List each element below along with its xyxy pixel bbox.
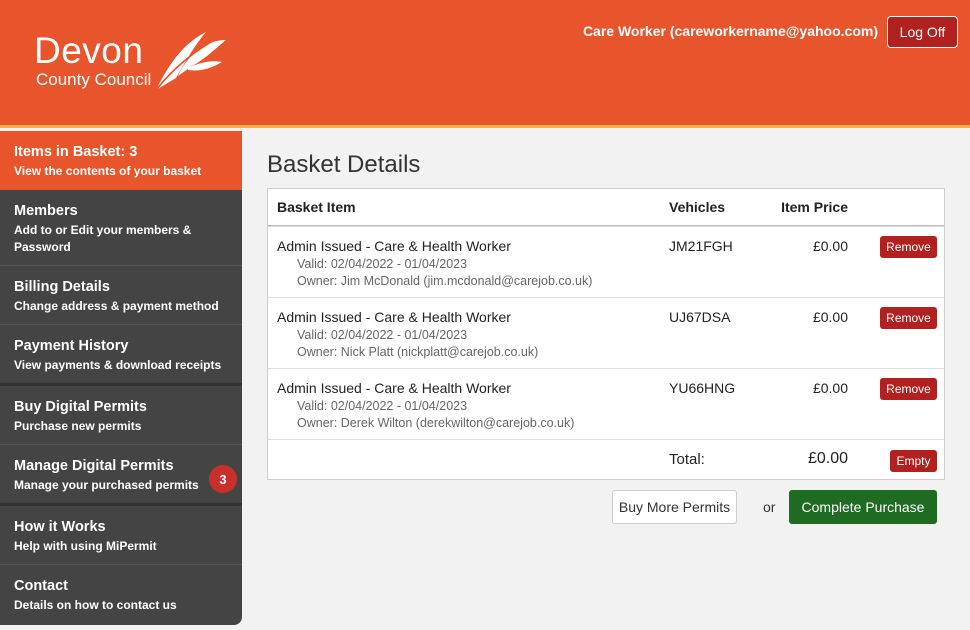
basket-table: Basket Item Vehicles Item Price Admin Is… <box>267 188 945 480</box>
total-value: £0.00 <box>807 450 848 467</box>
empty-basket-button[interactable]: Empty <box>890 450 937 472</box>
vehicle-registration: JM21FGH <box>669 238 733 254</box>
sidebar-item-subtitle: View payments & download receipts <box>14 358 222 372</box>
sidebar-item-contact[interactable]: Contact Details on how to contact us <box>0 565 242 625</box>
column-header-basket-item: Basket Item <box>277 199 356 215</box>
sidebar-item-subtitle: Manage your purchased permits <box>14 478 199 492</box>
permit-title: Admin Issued - Care & Health Worker <box>277 309 511 325</box>
sidebar-item-members[interactable]: Members Add to or Edit your members & Pa… <box>0 190 242 266</box>
remove-button[interactable]: Remove <box>880 378 937 400</box>
table-row: Admin Issued - Care & Health Worker Vali… <box>268 226 944 297</box>
page-title: Basket Details <box>267 151 421 178</box>
logo-county-council-text: County Council <box>36 70 152 89</box>
sidebar-item-billing[interactable]: Billing Details Change address & payment… <box>0 266 242 325</box>
item-price: £0.00 <box>812 380 848 396</box>
sidebar-item-subtitle: Help with using MiPermit <box>14 539 157 553</box>
table-header-row: Basket Item Vehicles Item Price <box>268 189 944 226</box>
sidebar-item-subtitle: Purchase new permits <box>14 419 142 433</box>
basket-actions: Buy More Permits or Complete Purchase <box>267 490 945 524</box>
item-price: £0.00 <box>812 309 848 325</box>
sidebar-item-title: Manage Digital Permits <box>14 458 174 474</box>
sidebar-item-payment-history[interactable]: Payment History View payments & download… <box>0 325 242 386</box>
sidebar-item-subtitle: Details on how to contact us <box>14 598 177 612</box>
permit-owner: Owner: Derek Wilton (derekwilton@carejob… <box>297 416 575 430</box>
sidebar-item-title: Contact <box>14 578 68 594</box>
permit-validity: Valid: 02/04/2022 - 01/04/2023 <box>297 328 468 342</box>
table-row: Admin Issued - Care & Health Worker Vali… <box>268 368 944 439</box>
sidebar-item-how-it-works[interactable]: How it Works Help with using MiPermit <box>0 506 242 565</box>
vehicle-registration: UJ67DSA <box>669 309 731 325</box>
permit-count-badge: 3 <box>209 465 237 493</box>
site-header: Devon County Council Care Worker (carewo… <box>0 0 970 128</box>
permit-owner: Owner: Jim McDonald (jim.mcdonald@carejo… <box>297 274 593 288</box>
sidebar-item-title: Items in Basket: 3 <box>14 144 138 160</box>
sidebar-item-subtitle: Add to or Edit your members & Password <box>14 223 192 254</box>
sidebar-item-buy-permits[interactable]: Buy Digital Permits Purchase new permits <box>0 386 242 445</box>
buy-more-permits-button[interactable]: Buy More Permits <box>612 490 737 524</box>
sidebar-item-title: Buy Digital Permits <box>14 399 147 415</box>
permit-title: Admin Issued - Care & Health Worker <box>277 238 511 254</box>
table-row: Admin Issued - Care & Health Worker Vali… <box>268 297 944 368</box>
sidebar-nav: Items in Basket: 3 View the contents of … <box>0 131 242 625</box>
column-header-vehicles: Vehicles <box>669 199 726 215</box>
table-total-row: Total: £0.00 Empty <box>268 439 944 479</box>
column-header-item-price: Item Price <box>781 199 848 215</box>
sidebar-item-basket[interactable]: Items in Basket: 3 View the contents of … <box>0 131 242 190</box>
sidebar-item-subtitle: Change address & payment method <box>14 299 219 313</box>
sidebar-item-manage-permits[interactable]: Manage Digital Permits Manage your purch… <box>0 445 242 506</box>
total-label: Total: <box>669 451 705 468</box>
sidebar-item-subtitle: View the contents of your basket <box>14 164 202 178</box>
sidebar-item-title: Members <box>14 203 78 219</box>
sidebar-item-title: Billing Details <box>14 279 110 295</box>
devon-county-council-logo[interactable]: Devon County Council <box>34 26 234 96</box>
vehicle-registration: YU66HNG <box>669 380 736 396</box>
complete-purchase-button[interactable]: Complete Purchase <box>789 490 937 524</box>
item-price: £0.00 <box>812 238 848 254</box>
sidebar-item-title: Payment History <box>14 338 129 354</box>
logo-devon-text: Devon <box>34 30 144 71</box>
sidebar-item-title: How it Works <box>14 519 106 535</box>
user-account-label: Care Worker (careworkername@yahoo.com) <box>582 23 878 39</box>
remove-button[interactable]: Remove <box>880 236 937 258</box>
permit-validity: Valid: 02/04/2022 - 01/04/2023 <box>297 399 468 413</box>
permit-owner: Owner: Nick Platt (nickplatt@carejob.co.… <box>297 345 539 359</box>
or-separator: or <box>763 499 776 515</box>
leaf-icon <box>155 32 226 91</box>
permit-validity: Valid: 02/04/2022 - 01/04/2023 <box>297 257 468 271</box>
permit-title: Admin Issued - Care & Health Worker <box>277 380 511 396</box>
remove-button[interactable]: Remove <box>880 307 937 329</box>
log-off-button[interactable]: Log Off <box>887 16 958 48</box>
